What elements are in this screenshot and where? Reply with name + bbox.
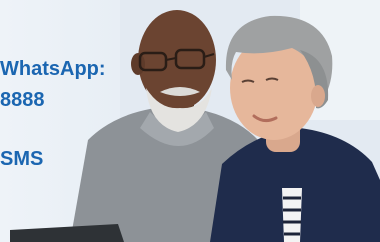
contact-banner: WhatsApp: 8888 SMS	[0, 0, 380, 242]
people-photo	[10, 0, 380, 242]
sms-label: SMS	[0, 148, 44, 170]
whatsapp-label: WhatsApp:	[0, 58, 106, 80]
whatsapp-number: 8888	[0, 89, 45, 111]
